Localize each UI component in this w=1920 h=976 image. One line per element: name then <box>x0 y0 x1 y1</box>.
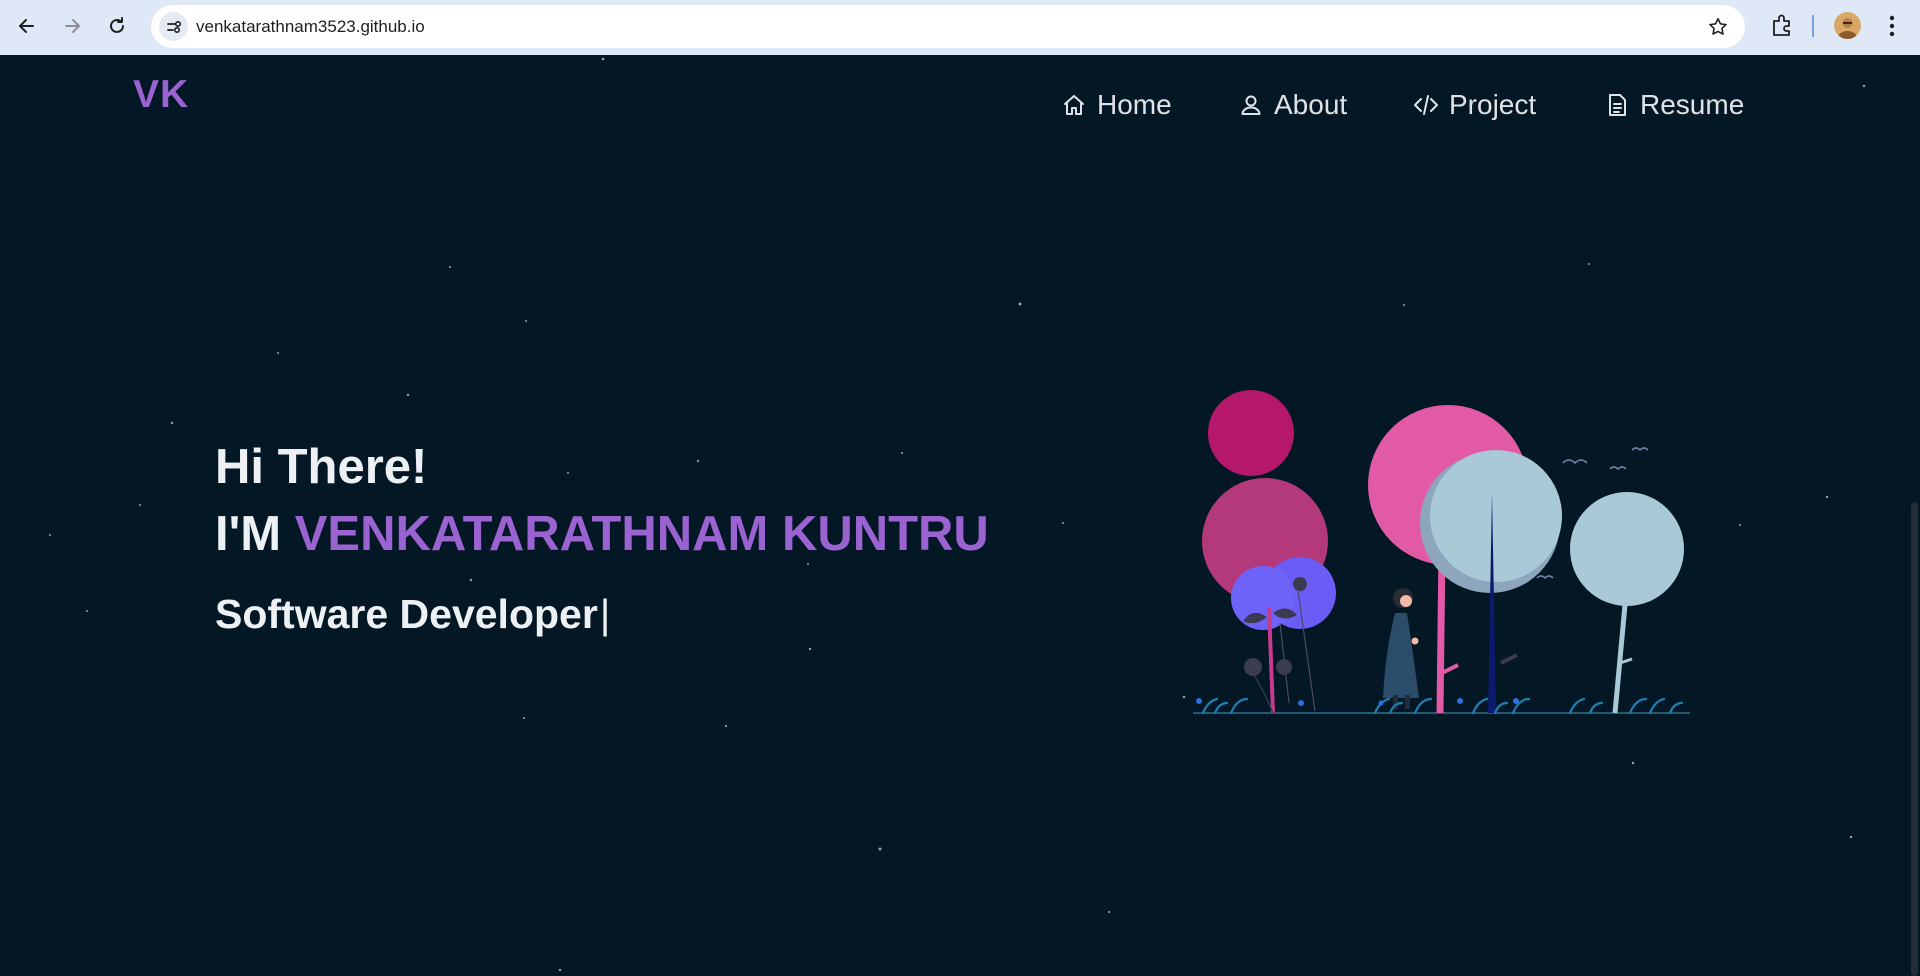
back-button[interactable] <box>13 12 41 40</box>
nav-home[interactable]: Home <box>1061 81 1172 129</box>
portfolio-page: VK Home About Project Resume Hi There! I… <box>0 55 1908 976</box>
site-info-button[interactable] <box>159 12 188 41</box>
back-icon <box>19 19 34 33</box>
nav-resume-label: Resume <box>1640 89 1745 120</box>
hero-illustration <box>1193 390 1690 715</box>
forward-icon <box>65 19 80 33</box>
reload-icon <box>110 17 124 33</box>
nav-home-label: Home <box>1097 89 1172 120</box>
nav-project[interactable]: Project <box>1413 81 1536 129</box>
user-icon <box>1241 95 1261 115</box>
right-tree <box>1570 492 1684 606</box>
url-text[interactable]: venkatarathnam3523.github.io <box>196 5 425 48</box>
developer-name: VENKATARATHNAM KUNTRU <box>294 507 989 561</box>
site-logo[interactable]: VK <box>133 73 189 117</box>
small-magenta-bubble <box>1208 390 1294 476</box>
scrollbar-thumb[interactable] <box>1911 502 1918 976</box>
typing-cursor: | <box>599 591 611 637</box>
nav-resume[interactable]: Resume <box>1604 81 1744 129</box>
menu-kebab-icon[interactable] <box>1882 13 1902 39</box>
extensions-icon[interactable] <box>1769 13 1795 39</box>
page-scrollbar[interactable] <box>1908 55 1920 976</box>
role-text: Software Developer <box>215 591 598 637</box>
code-icon <box>1414 95 1438 115</box>
pale-tree <box>1430 450 1562 582</box>
blue-flower-left <box>1231 566 1295 630</box>
browser-toolbar: venkatarathnam3523.github.io <box>0 0 1920 55</box>
avatar-face-icon <box>1838 18 1857 39</box>
profile-avatar[interactable] <box>1834 12 1861 39</box>
walking-woman-figure <box>1383 588 1419 709</box>
nav-about[interactable]: About <box>1238 81 1347 129</box>
greeting-heading: Hi There! <box>215 440 428 494</box>
reload-button[interactable] <box>103 12 131 40</box>
forward-button[interactable] <box>58 12 86 40</box>
intro-prefix: I'M <box>215 507 282 561</box>
nav-project-label: Project <box>1449 89 1537 120</box>
site-info-icon <box>166 20 181 33</box>
intro-heading: I'M VENKATARATHNAM KUNTRU <box>215 506 989 562</box>
toolbar-divider <box>1812 15 1814 37</box>
home-icon <box>1064 95 1084 115</box>
address-bar[interactable]: venkatarathnam3523.github.io <box>151 5 1745 48</box>
nav-about-label: About <box>1274 89 1348 120</box>
document-icon <box>1609 94 1626 116</box>
typewriter-role: Software Developer| <box>215 591 610 638</box>
bookmark-star-icon[interactable] <box>1707 16 1729 38</box>
